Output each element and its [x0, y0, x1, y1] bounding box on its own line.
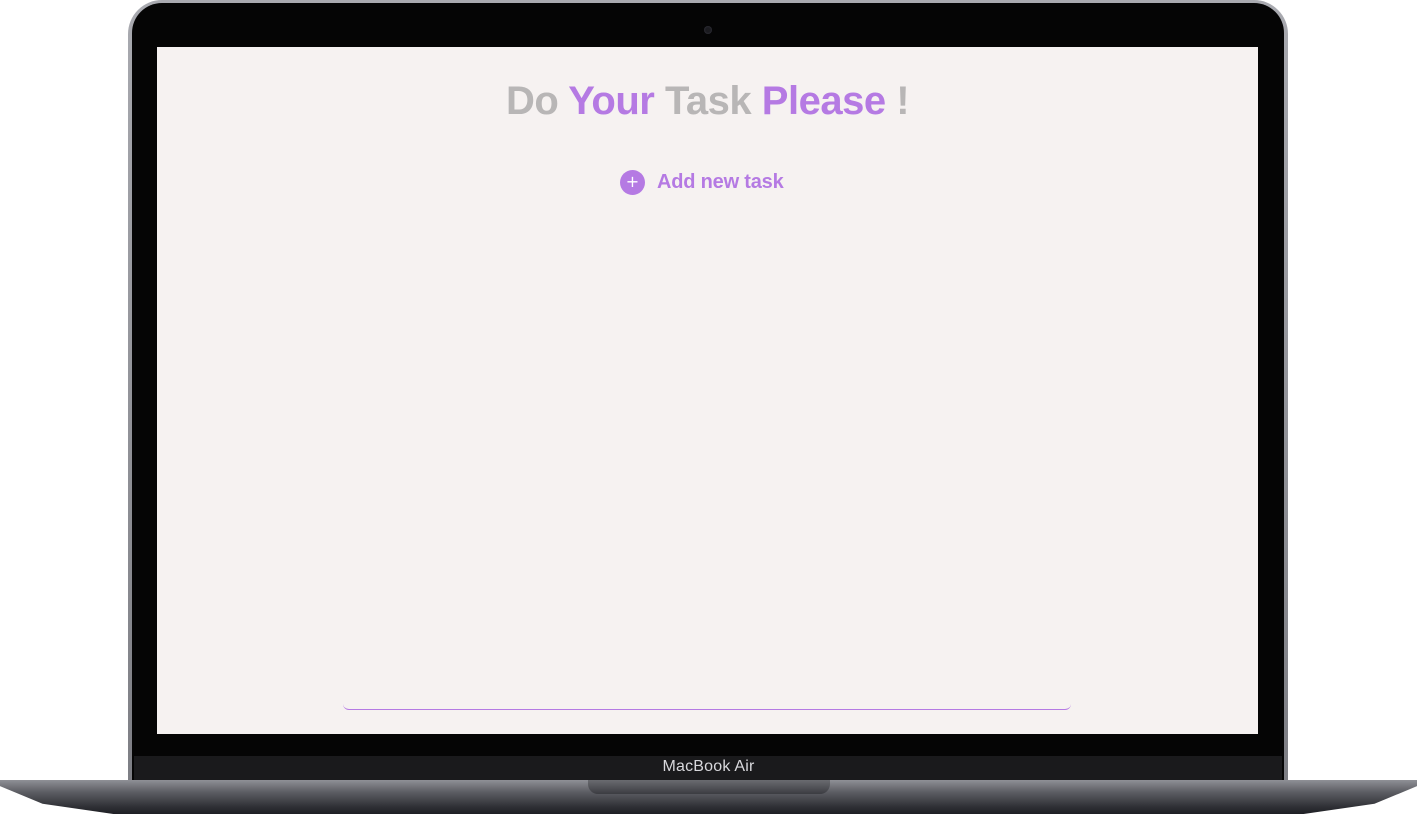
add-new-task-button[interactable]: + Add new task: [620, 168, 784, 196]
app-screen: Do Your Task Please ! + Add new task: [157, 47, 1258, 734]
device-brand-label: MacBook Air: [662, 758, 755, 775]
page-title: Do Your Task Please !: [157, 74, 1258, 128]
add-new-task-label: Add new task: [657, 170, 784, 193]
title-word: Do: [505, 79, 559, 123]
laptop-hinge-notch: [588, 780, 830, 794]
camera-icon: [704, 26, 712, 34]
title-word: Please: [761, 79, 886, 123]
title-word: Task: [664, 79, 752, 123]
plus-circle-icon: +: [620, 169, 645, 195]
task-input[interactable]: [343, 695, 1071, 710]
title-word: !: [896, 79, 910, 123]
laptop-mockup: MacBook Air Do Your Task Please ! + Add …: [0, 0, 1417, 814]
title-word: Your: [568, 79, 655, 123]
